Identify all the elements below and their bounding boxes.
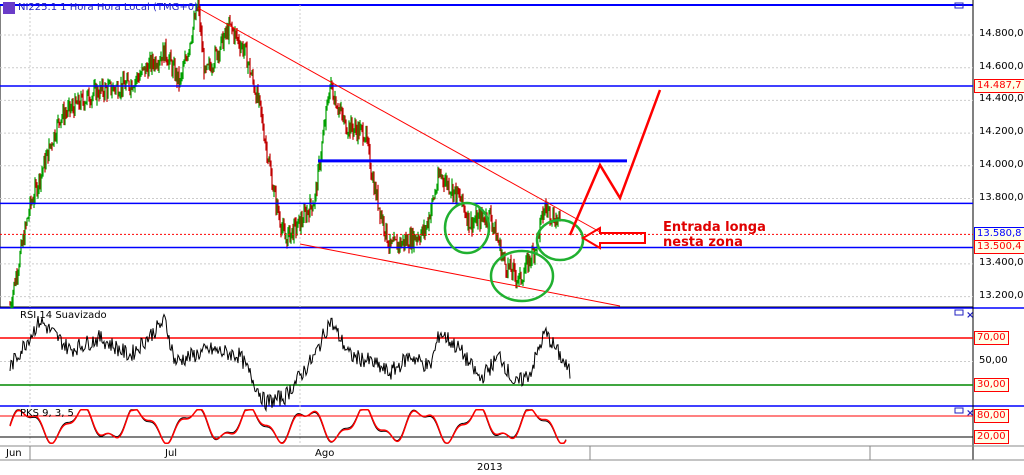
price-marker: 13.580,8 — [974, 227, 1024, 242]
annotation-line-2: nesta zona — [663, 235, 743, 250]
y-tick-label: 14.400,0 — [979, 93, 1024, 105]
arrow-left-icon[interactable] — [581, 226, 646, 250]
rsi-level-label: 50,00 — [979, 354, 1008, 366]
year-label: 2013 — [477, 462, 503, 473]
y-tick-label: 14.600,0 — [979, 60, 1024, 72]
rsi-level-label: 30,00 — [974, 378, 1009, 392]
y-tick-label: 14.800,0 — [979, 28, 1024, 39]
y-tick-label: 13.200,0 — [979, 289, 1024, 301]
rsi-line — [9, 313, 571, 413]
green-circle[interactable] — [443, 201, 491, 255]
upper-trendline[interactable] — [197, 7, 601, 233]
price-panel — [0, 4, 974, 308]
maximize-icon[interactable] — [954, 407, 964, 414]
instrument-icon — [3, 2, 15, 14]
x-tick-label: Ago — [315, 448, 335, 459]
chart-window: × × NI225.1 1 Hora Hora Local (TMG+0) RSI… — [0, 0, 1024, 475]
entry-annotation: Entrada longa nesta zona — [663, 220, 766, 250]
price-marker: 14.487,7 — [974, 79, 1024, 94]
price-marker: 13.500,4 — [974, 240, 1024, 255]
stoch-k-line — [9, 409, 567, 444]
x-tick-label: Jul — [165, 448, 178, 459]
annotation-line-1: Entrada longa — [663, 220, 766, 235]
chart-title[interactable]: NI225.1 1 Hora Hora Local (TMG+0) — [18, 2, 198, 13]
projection-path[interactable] — [568, 89, 662, 236]
y-tick-label: 13.400,0 — [979, 256, 1024, 268]
rsi-title[interactable]: RSI 14 Suavizado — [20, 310, 107, 321]
close-icon[interactable]: × — [966, 310, 974, 321]
stoch-level-label: 80,00 — [974, 409, 1009, 423]
y-tick-label: 14.000,0 — [979, 158, 1024, 170]
x-tick-label: Jun — [6, 448, 22, 459]
rsi-level-label: 70,00 — [974, 331, 1009, 345]
stoch-level-label: 20,00 — [974, 430, 1009, 444]
chart-canvas[interactable]: ×× — [0, 0, 1024, 475]
stoch-title[interactable]: PKS 9, 3, 5 — [20, 408, 74, 419]
y-tick-label: 14.200,0 — [979, 126, 1024, 138]
green-circle[interactable] — [489, 249, 555, 303]
maximize-icon[interactable] — [954, 309, 964, 316]
y-tick-label: 13.800,0 — [979, 191, 1024, 203]
green-circle[interactable] — [535, 218, 585, 262]
